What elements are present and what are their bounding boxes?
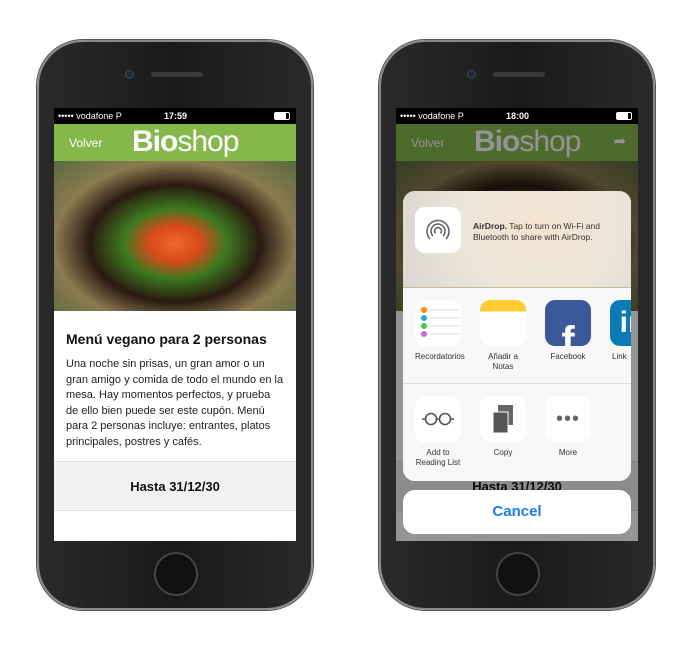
camera <box>125 70 134 79</box>
action-label: More <box>558 448 578 457</box>
home-button[interactable] <box>154 552 198 596</box>
action-reading-list[interactable]: Add to Reading List <box>415 396 461 481</box>
offer-photo <box>54 161 296 311</box>
phone-right: ••••• vodafone P 18:00 Volver Bioshop ➦ H… <box>379 40 655 610</box>
camera <box>467 70 476 79</box>
logo-bold: Bio <box>132 125 178 158</box>
carrier: ••••• vodafone P <box>58 111 122 121</box>
linkedin-icon: in <box>610 300 631 346</box>
screen: ••••• vodafone P 18:00 Volver Bioshop ➦ H… <box>396 108 638 541</box>
airdrop-title: AirDrop. <box>473 221 507 231</box>
app-label: Facebook <box>550 352 586 361</box>
nav-bar: Volver Bioshop <box>54 124 296 161</box>
app-linkedin[interactable]: in Link <box>610 300 631 383</box>
share-sheet: AirDrop. Tap to turn on Wi-Fi and Blueto… <box>403 191 631 481</box>
status-bar: ••••• vodafone P 17:59 <box>54 108 296 124</box>
action-copy[interactable]: Copy <box>480 396 526 481</box>
apps-row: Recordatorios Añadir a Notas f Facebook i… <box>403 288 631 384</box>
actions-row: Add to Reading List Copy ••• More <box>403 384 631 481</box>
phone-left: ••••• vodafone P 17:59 Volver Bioshop Men… <box>37 40 313 610</box>
clock: 17:59 <box>164 111 188 121</box>
clock: 18:00 <box>506 111 530 121</box>
screen: ••••• vodafone P 17:59 Volver Bioshop Men… <box>54 108 296 541</box>
app-facebook[interactable]: f Facebook <box>545 300 591 383</box>
glasses-icon <box>415 396 461 442</box>
notes-icon <box>480 300 526 346</box>
logo-light: shop <box>177 125 239 158</box>
app-reminders[interactable]: Recordatorios <box>415 300 465 383</box>
action-label: Add to Reading List <box>415 448 461 467</box>
action-label: Copy <box>493 448 513 457</box>
battery-icon <box>274 112 290 120</box>
reminders-icon <box>415 300 461 346</box>
offer-title: Menú vegano para 2 personas <box>66 331 267 347</box>
app-label: Recordatorios <box>415 352 465 361</box>
airdrop-icon <box>415 207 461 253</box>
carrier: ••••• vodafone P <box>400 111 464 121</box>
battery-icon <box>616 112 632 120</box>
logo: Bioshop <box>132 125 239 159</box>
offer-description: Una noche sin prisas, un gran amor o un … <box>66 358 284 448</box>
airdrop-row[interactable]: AirDrop. Tap to turn on Wi-Fi and Blueto… <box>403 191 631 288</box>
offer-expiry: Hasta 31/12/30 <box>54 461 296 511</box>
home-button[interactable] <box>496 552 540 596</box>
back-button[interactable]: Volver <box>69 136 102 150</box>
action-more[interactable]: ••• More <box>545 396 591 481</box>
status-bar: ••••• vodafone P 18:00 <box>396 108 638 124</box>
facebook-icon: f <box>545 300 591 346</box>
app-label: Link <box>612 352 627 361</box>
app-notes[interactable]: Añadir a Notas <box>480 300 526 383</box>
cancel-button[interactable]: Cancel <box>403 490 631 534</box>
speaker <box>151 72 203 77</box>
app-label: Añadir a Notas <box>488 352 518 371</box>
more-icon: ••• <box>545 396 591 442</box>
copy-icon <box>480 396 526 442</box>
speaker <box>493 72 545 77</box>
